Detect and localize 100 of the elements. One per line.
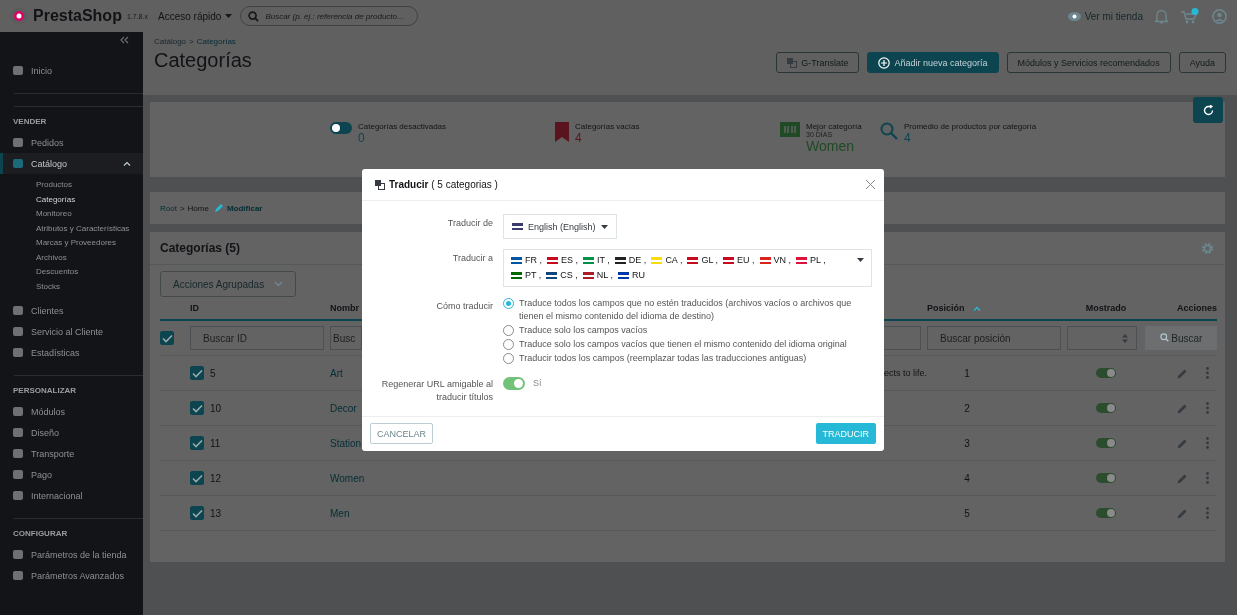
sidebar-subitem[interactable]: Categorías <box>0 192 76 207</box>
cancel-button[interactable]: CANCELAR <box>370 423 433 444</box>
breadcrumb-separator: > <box>189 37 194 46</box>
checkbox[interactable] <box>190 506 204 520</box>
radio-label[interactable]: Traduce solo los campos vacíos <box>519 324 648 337</box>
table-cell: 5 <box>210 367 216 379</box>
table-cell-text: 3 <box>963 437 971 449</box>
kpi-value: 4 <box>575 131 583 145</box>
sidebar-item[interactable]: Pago <box>0 464 143 485</box>
more-icon[interactable] <box>1206 472 1209 484</box>
sidebar-item[interactable]: Servicio al Cliente <box>0 321 143 342</box>
target-languages-select[interactable]: FR , ES , IT , DE , CA , GL , EU , VN , PL , PT , CS , NL , RU <box>503 249 872 287</box>
displayed-switch[interactable] <box>1096 368 1116 378</box>
displayed-switch[interactable] <box>1096 403 1116 413</box>
table-cell: ects to life. <box>883 368 927 378</box>
language-tag[interactable]: GL , <box>701 254 719 267</box>
sidebar-item[interactable]: Parámetros Avanzados <box>0 565 143 586</box>
table-cell: 12 <box>210 472 222 484</box>
toggle-switch[interactable] <box>503 377 525 390</box>
search-icon <box>1159 332 1169 342</box>
pencil-icon[interactable] <box>1177 472 1188 484</box>
sidebar-subitem[interactable]: Monitoreo <box>0 207 72 222</box>
language-tag[interactable]: PT , <box>525 269 542 282</box>
checkbox[interactable] <box>190 401 204 415</box>
radio-label[interactable]: Traduce solo los campos vacíos que tienen el mismo contenido del idioma original <box>519 338 847 351</box>
column-header[interactable]: Posición <box>927 303 981 313</box>
settings-icon[interactable] <box>1201 241 1214 255</box>
language-tag[interactable]: EU , <box>737 254 755 267</box>
language-tag[interactable]: CA , <box>665 254 683 267</box>
sidebar-subitem[interactable]: Archivos <box>0 250 67 265</box>
tile-icon <box>13 491 23 500</box>
tile-icon <box>13 428 23 437</box>
sidebar-subitem[interactable]: Productos <box>0 178 73 193</box>
column-header[interactable]: Acciones <box>1176 303 1217 313</box>
language-tag[interactable]: PL , <box>810 254 826 267</box>
column-header[interactable]: Mostrado <box>1085 303 1127 313</box>
sidebar-item[interactable]: Transporte <box>0 443 143 464</box>
collapse-icon[interactable] <box>120 36 129 44</box>
column-header[interactable]: Nombr <box>330 303 359 313</box>
checkbox[interactable] <box>190 436 204 450</box>
sidebar-subitem[interactable]: Descuentos <box>0 265 79 280</box>
displayed-switch[interactable] <box>1096 473 1116 483</box>
radio-label[interactable]: Traducir todos los campos (reemplazar todas las traducciones antiguas) <box>519 352 807 365</box>
position-filter-field[interactable]: Buscar posición <box>927 326 1061 350</box>
table-cell-text: 4 <box>963 472 971 484</box>
language-tag[interactable]: CS , <box>560 269 578 282</box>
user-icon[interactable] <box>1212 8 1227 24</box>
more-icon[interactable] <box>1206 367 1209 379</box>
language-tag[interactable]: NL , <box>596 269 614 282</box>
category-path-link[interactable]: Home <box>187 203 209 213</box>
sidebar-subitem[interactable]: Stocks <box>0 279 60 294</box>
tile-icon <box>13 306 23 315</box>
language-tag[interactable]: RU <box>632 269 646 282</box>
sidebar-subitem[interactable]: Marcas y Proveedores <box>0 236 117 251</box>
source-language-select[interactable]: English (English) <box>503 214 617 239</box>
language-tag[interactable]: DE , <box>628 254 647 267</box>
sidebar-item[interactable]: Inicio <box>0 60 143 81</box>
field-label: Traducir de <box>446 217 493 230</box>
toolbar-button[interactable]: Añadir nueva categoría <box>867 52 999 73</box>
refresh-button[interactable] <box>1193 97 1223 123</box>
refresh-icon <box>1202 104 1214 116</box>
sidebar-section-title: VENDER <box>12 117 47 128</box>
sidebar-item[interactable]: Catálogo <box>0 153 143 174</box>
language-tag[interactable]: ES , <box>561 254 578 267</box>
pencil-icon[interactable] <box>1177 507 1188 519</box>
sidebar-item[interactable]: Internacional <box>0 485 143 506</box>
kpi-title: Categorías vacías <box>575 122 640 131</box>
sort-arrows-icon <box>1122 333 1128 343</box>
more-icon[interactable] <box>1206 507 1209 519</box>
column-header[interactable]: ID <box>190 303 199 313</box>
pencil-icon[interactable] <box>1177 402 1188 414</box>
more-icon[interactable] <box>1206 437 1209 449</box>
checkbox[interactable] <box>160 331 174 345</box>
search-button[interactable]: Buscar <box>1145 326 1217 350</box>
chevron-icon <box>274 281 284 287</box>
sidebar-subitem[interactable]: Atributos y Características <box>0 221 130 236</box>
page-title: Categorías <box>154 49 252 72</box>
language-tag[interactable]: IT , <box>597 254 610 267</box>
pencil-icon[interactable] <box>1177 437 1188 449</box>
sidebar-item[interactable]: Estadísticas <box>0 342 143 363</box>
displayed-switch[interactable] <box>1096 508 1116 518</box>
more-icon[interactable] <box>1206 402 1209 414</box>
displayed-switch[interactable] <box>1096 438 1116 448</box>
checkbox[interactable] <box>190 471 204 485</box>
id-filter-field[interactable]: Buscar ID <box>190 326 324 350</box>
name-filter-field[interactable]: Busc <box>330 326 362 350</box>
sidebar-item[interactable]: Clientes <box>0 300 143 321</box>
pencil-icon[interactable] <box>1177 367 1188 379</box>
sidebar-item[interactable]: Módulos <box>0 401 143 422</box>
radio-label[interactable]: Traduce todos los campos que no estén traducidos (archivos vacíos o archivos que tienen el mismo contenido del idioma de destino) <box>519 297 872 323</box>
checkbox[interactable] <box>190 366 204 380</box>
bell-icon[interactable] <box>1155 8 1168 24</box>
sidebar-item[interactable]: Parámetros de la tienda <box>0 544 143 565</box>
cart-icon[interactable] <box>1180 7 1200 25</box>
language-tag[interactable]: FR , <box>525 254 542 267</box>
sidebar-item[interactable]: Pedidos <box>0 132 143 153</box>
table-cell-text: 2 <box>963 402 971 414</box>
language-tag[interactable]: VN , <box>773 254 792 267</box>
close-icon[interactable] <box>865 179 876 190</box>
sidebar-item[interactable]: Diseño <box>0 422 143 443</box>
